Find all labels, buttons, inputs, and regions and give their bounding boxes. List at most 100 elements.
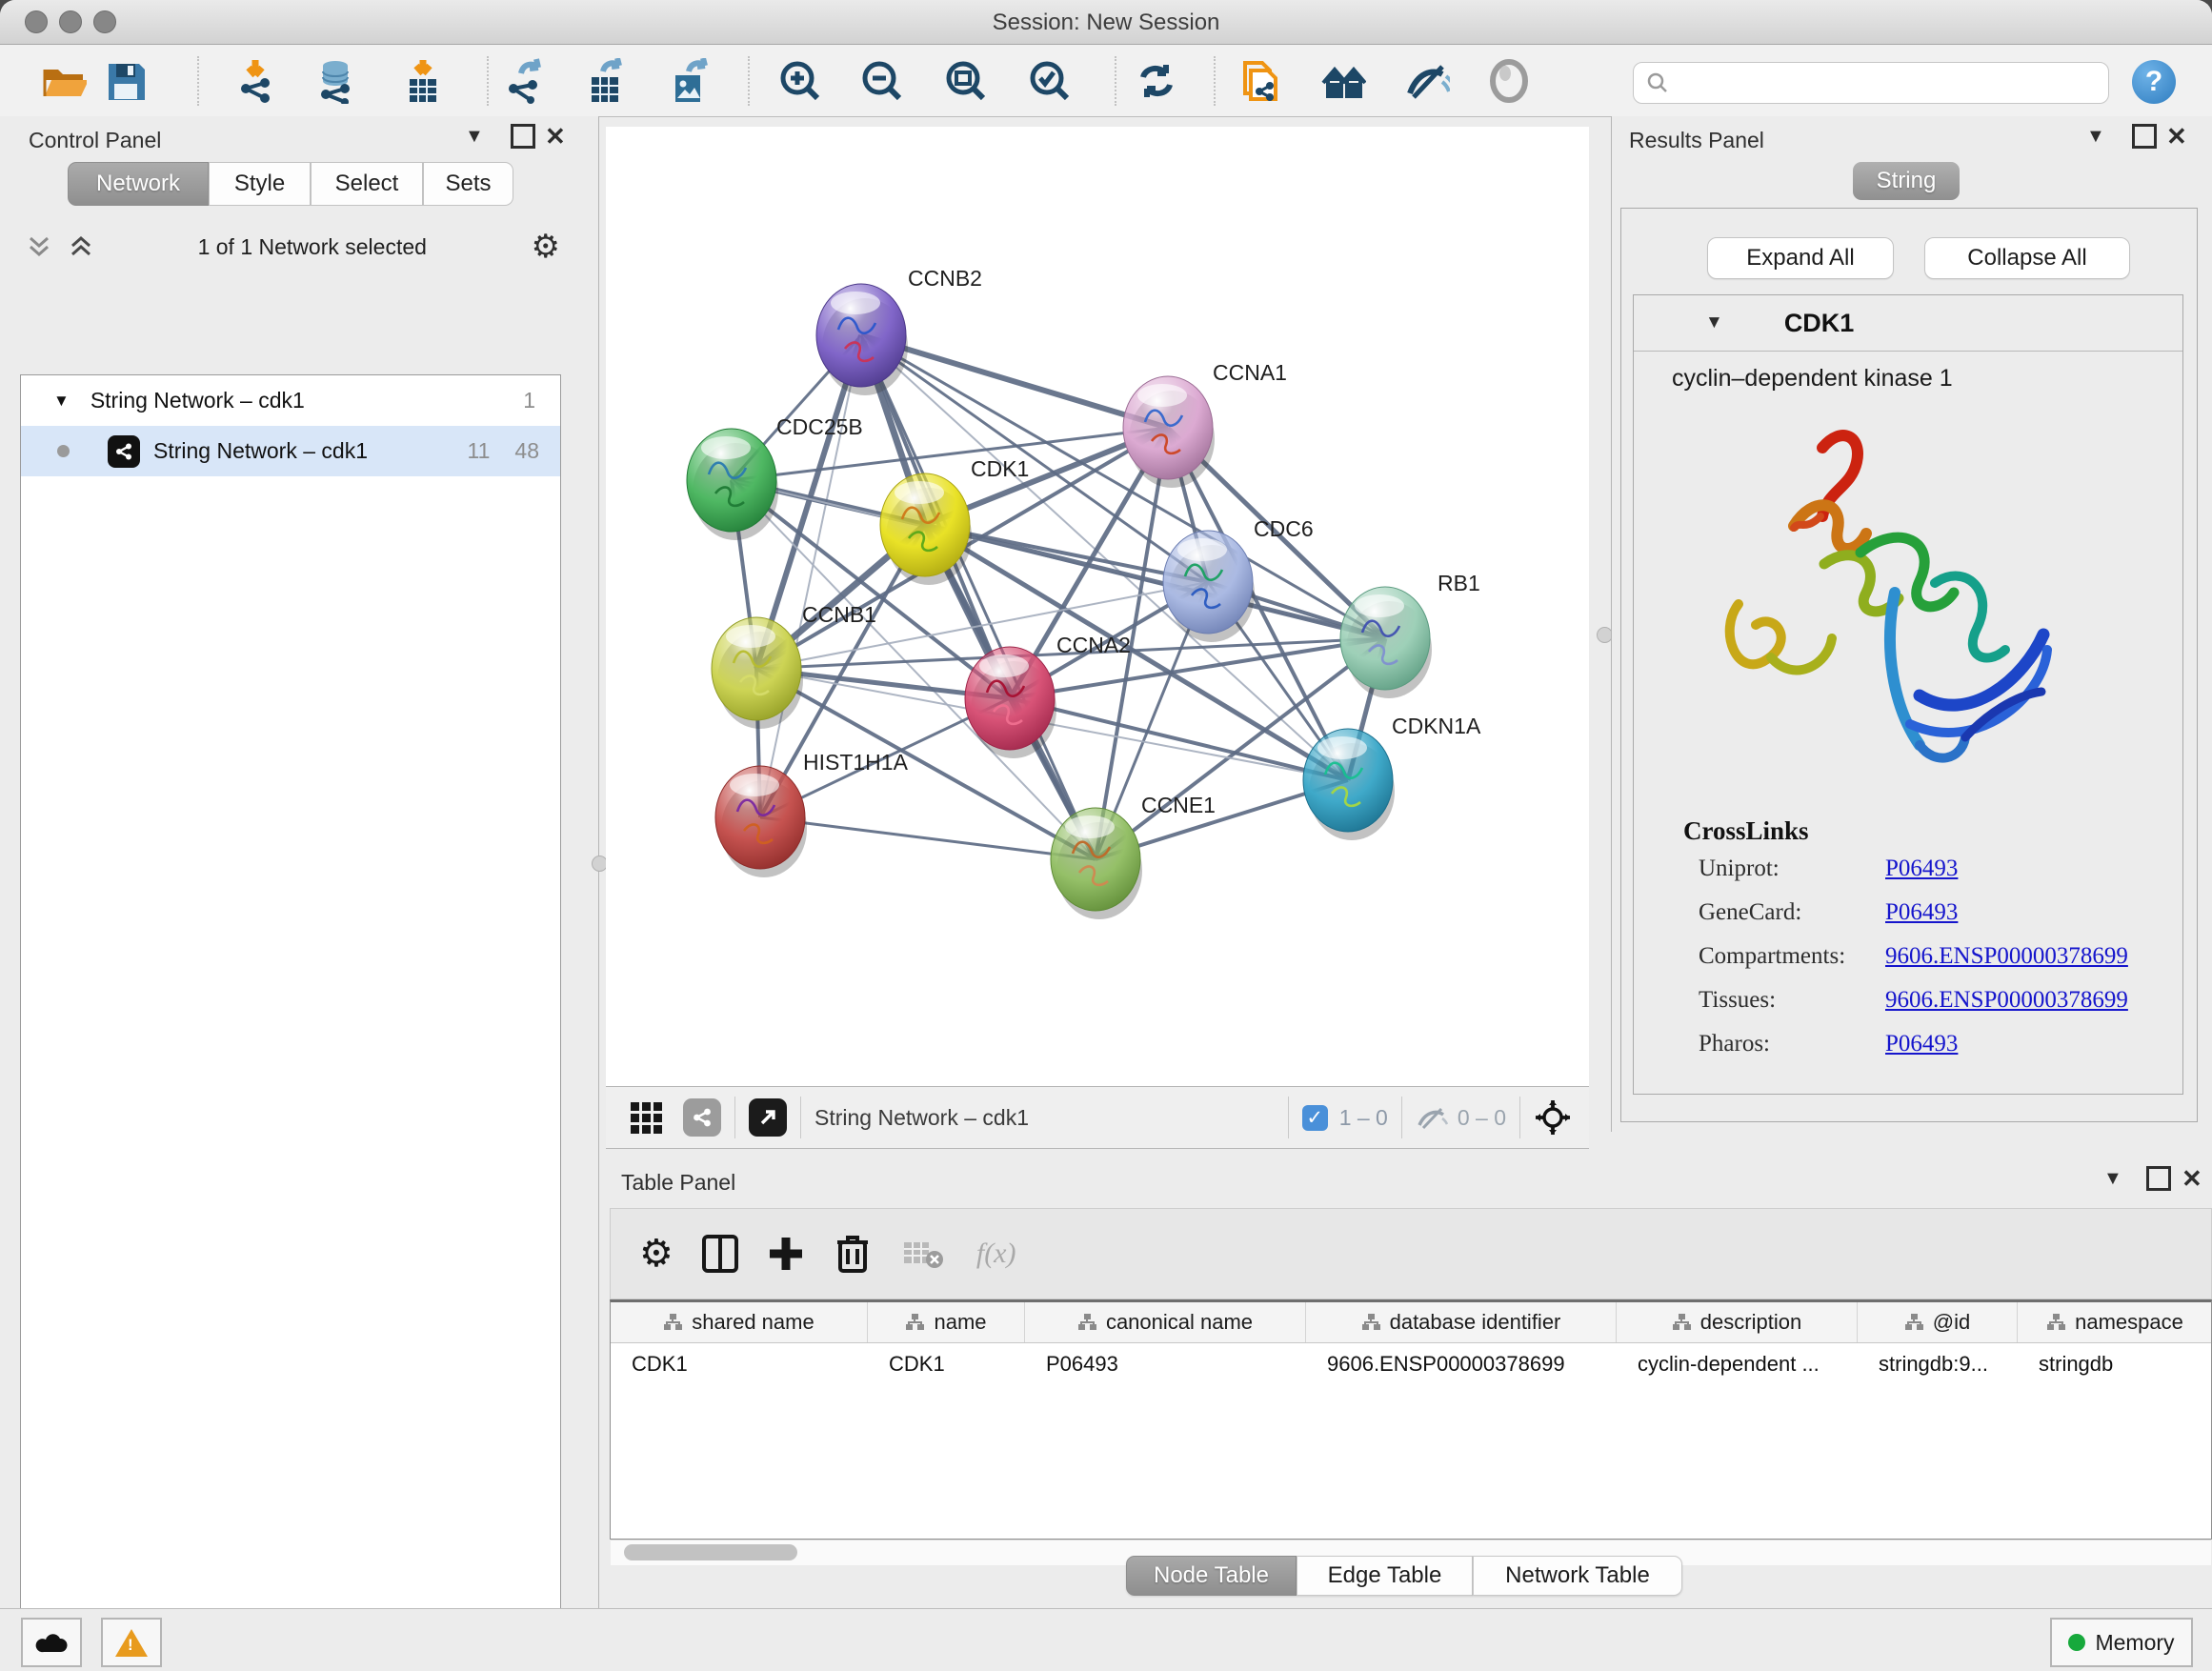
control-panel-menu-arrow-icon[interactable]: ▼ xyxy=(465,126,484,148)
apply-layout-button[interactable] xyxy=(1134,58,1179,104)
hidden-items-eye-slash-icon xyxy=(1416,1104,1448,1131)
node-label: CDC25B xyxy=(776,414,863,439)
import-network-database-button[interactable] xyxy=(314,58,360,104)
network-options-gear-icon[interactable]: ⚙ xyxy=(532,228,560,266)
results-panel-menu-arrow-icon[interactable]: ▼ xyxy=(2086,126,2105,148)
birdseye-grid-icon[interactable] xyxy=(631,1102,662,1134)
table-panel-close-icon[interactable]: ✕ xyxy=(2182,1164,2202,1194)
cloud-status-button[interactable] xyxy=(21,1618,82,1667)
crosslink-value-link[interactable]: 9606.ENSP00000378699 xyxy=(1885,943,2128,970)
results-panel-float-icon[interactable] xyxy=(2132,124,2157,149)
crosslink-row: Pharos:P06493 xyxy=(1699,1031,2182,1075)
network-canvas[interactable]: CCNB2CCNA1CDC25BCDK1CDC6RB1CCNB1CCNA2CDK… xyxy=(606,127,1589,1086)
table-row[interactable]: CDK1CDK1P064939606.ENSP00000378699cyclin… xyxy=(611,1343,2211,1385)
crosslinks-list: Uniprot:P06493GeneCard:P06493Compartment… xyxy=(1699,856,2182,1075)
tab-style[interactable]: Style xyxy=(209,162,311,206)
expand-all-icon[interactable] xyxy=(69,234,93,259)
open-in-new-window-icon[interactable] xyxy=(749,1098,787,1137)
tab-sets[interactable]: Sets xyxy=(423,162,513,206)
column-header-databaseidentifier[interactable]: database identifier xyxy=(1306,1302,1617,1342)
crosslink-value-link[interactable]: P06493 xyxy=(1885,899,1958,926)
column-header-description[interactable]: description xyxy=(1617,1302,1858,1342)
clone-network-button[interactable] xyxy=(1237,58,1282,104)
import-network-file-button[interactable] xyxy=(235,58,281,104)
clear-table-icon xyxy=(902,1237,944,1271)
table-settings-gear-icon[interactable]: ⚙ xyxy=(639,1232,674,1276)
crosslink-value-link[interactable]: P06493 xyxy=(1885,1031,1958,1057)
crosslink-value-link[interactable]: 9606.ENSP00000378699 xyxy=(1885,987,2128,1014)
network-edge[interactable] xyxy=(760,817,1096,859)
delete-column-trash-icon[interactable] xyxy=(835,1233,870,1275)
function-builder-icon: f(x) xyxy=(976,1238,1016,1270)
collapse-all-icon[interactable] xyxy=(27,234,51,259)
show-all-button[interactable] xyxy=(1486,58,1532,104)
table-panel-menu-arrow-icon[interactable]: ▼ xyxy=(2103,1168,2122,1190)
table-panel-float-icon[interactable] xyxy=(2146,1166,2171,1191)
table-cell: CDK1 xyxy=(868,1352,1025,1377)
warning-status-button[interactable]: ! xyxy=(101,1618,162,1667)
network-share-icon[interactable] xyxy=(683,1098,721,1137)
zoom-out-button[interactable] xyxy=(859,58,905,104)
column-header-canonicalname[interactable]: canonical name xyxy=(1025,1302,1306,1342)
tab-network[interactable]: Network xyxy=(68,162,209,206)
table-cell: cyclin-dependent ... xyxy=(1617,1352,1858,1377)
zoom-fit-button[interactable] xyxy=(943,58,989,104)
node-label: CCNA1 xyxy=(1213,360,1287,385)
network-collection-row[interactable]: ▼ String Network – cdk1 1 xyxy=(21,375,560,426)
save-session-button[interactable] xyxy=(103,58,149,104)
results-content-box: Expand All Collapse All ▼ CDK1 cyclin–de… xyxy=(1620,208,2198,1122)
current-network-title: String Network – cdk1 xyxy=(814,1105,1029,1131)
column-header-name[interactable]: name xyxy=(868,1302,1025,1342)
gene-description: cyclin–dependent kinase 1 xyxy=(1634,351,2182,393)
hide-selected-button[interactable] xyxy=(1404,58,1450,104)
network-selected-summary: 1 of 1 Network selected xyxy=(93,234,532,260)
tab-network-table[interactable]: Network Table xyxy=(1473,1556,1682,1596)
open-session-button[interactable] xyxy=(42,58,88,104)
scrollbar-thumb[interactable] xyxy=(624,1544,797,1560)
results-panel-title: Results Panel xyxy=(1629,128,1764,153)
help-button[interactable]: ? xyxy=(2132,60,2176,104)
gene-expander-icon[interactable]: ▼ xyxy=(1705,312,1723,333)
control-panel-float-icon[interactable] xyxy=(511,124,535,149)
control-panel-close-icon[interactable]: ✕ xyxy=(545,122,566,151)
search-icon xyxy=(1645,70,1670,95)
search-input[interactable] xyxy=(1633,62,2109,104)
network-edge[interactable] xyxy=(861,335,1096,859)
network-edge[interactable] xyxy=(925,525,1385,638)
network-row-selected[interactable]: String Network – cdk1 11 48 xyxy=(21,426,560,476)
column-header-id[interactable]: @id xyxy=(1858,1302,2018,1342)
column-header-namespace[interactable]: namespace xyxy=(2018,1302,2212,1342)
results-tab-string[interactable]: String xyxy=(1853,162,1960,200)
tab-node-table[interactable]: Node Table xyxy=(1126,1556,1297,1596)
add-column-icon[interactable] xyxy=(767,1234,805,1274)
zoom-selected-button[interactable] xyxy=(1027,58,1073,104)
node-label: CDC6 xyxy=(1254,516,1314,541)
import-table-button[interactable] xyxy=(400,58,446,104)
export-network-button[interactable] xyxy=(503,58,549,104)
tab-edge-table[interactable]: Edge Table xyxy=(1297,1556,1473,1596)
memory-button[interactable]: Memory xyxy=(2050,1618,2193,1667)
selected-nodes-checkbox-icon[interactable]: ✓ xyxy=(1302,1105,1328,1131)
crosslink-row: GeneCard:P06493 xyxy=(1699,899,2182,943)
crosslink-value-link[interactable]: P06493 xyxy=(1885,856,1958,882)
collection-expander-icon[interactable]: ▼ xyxy=(53,392,70,411)
expand-all-button[interactable]: Expand All xyxy=(1707,237,1894,279)
home-button[interactable] xyxy=(1320,58,1366,104)
zoom-in-button[interactable] xyxy=(777,58,823,104)
network-list: ▼ String Network – cdk1 1 String Network… xyxy=(20,374,561,1671)
column-header-sharedname[interactable]: shared name xyxy=(611,1302,868,1342)
control-panel: Control Panel ▼ ✕ Network Style Select S… xyxy=(0,116,599,1608)
results-panel-close-icon[interactable]: ✕ xyxy=(2166,122,2187,151)
network-edge[interactable] xyxy=(760,335,861,817)
window-title: Session: New Session xyxy=(0,10,2212,36)
memory-status-dot-icon xyxy=(2068,1634,2085,1651)
fit-content-crosshair-icon[interactable] xyxy=(1534,1098,1572,1137)
split-columns-icon[interactable] xyxy=(702,1234,738,1274)
collapse-all-button[interactable]: Collapse All xyxy=(1924,237,2130,279)
gene-name: CDK1 xyxy=(1784,309,1855,338)
node-table[interactable]: shared namenamecanonical namedatabase id… xyxy=(610,1299,2212,1540)
export-table-button[interactable] xyxy=(583,58,629,104)
export-image-button[interactable] xyxy=(667,58,713,104)
gene-entry-header[interactable]: ▼ CDK1 xyxy=(1634,295,2182,351)
tab-select[interactable]: Select xyxy=(311,162,423,206)
